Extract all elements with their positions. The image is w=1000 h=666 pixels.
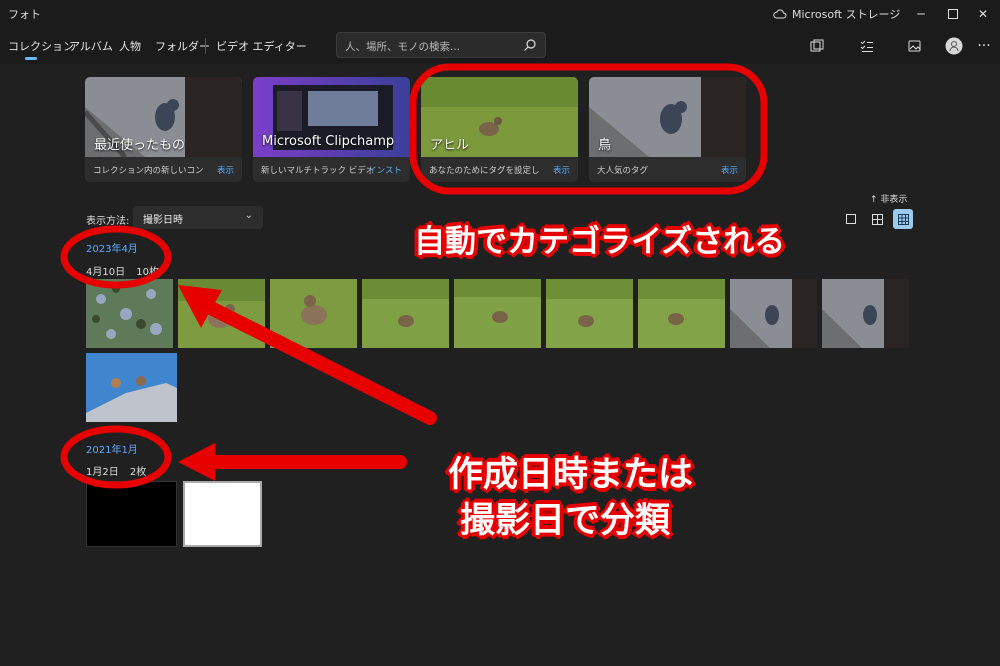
highlight-ring: [60, 225, 172, 289]
highlight-ring: [409, 63, 768, 195]
annotation-overlay: [60, 63, 768, 489]
arrow: [188, 293, 437, 425]
annotation-date-line1: 作成日時または: [448, 455, 694, 495]
annotation-auto-category: 自動でカテゴライズされる: [414, 224, 786, 260]
highlight-ring: [60, 425, 172, 489]
arrowhead: [178, 443, 215, 481]
annotation-date-line2: 撮影日で分類: [460, 501, 671, 541]
